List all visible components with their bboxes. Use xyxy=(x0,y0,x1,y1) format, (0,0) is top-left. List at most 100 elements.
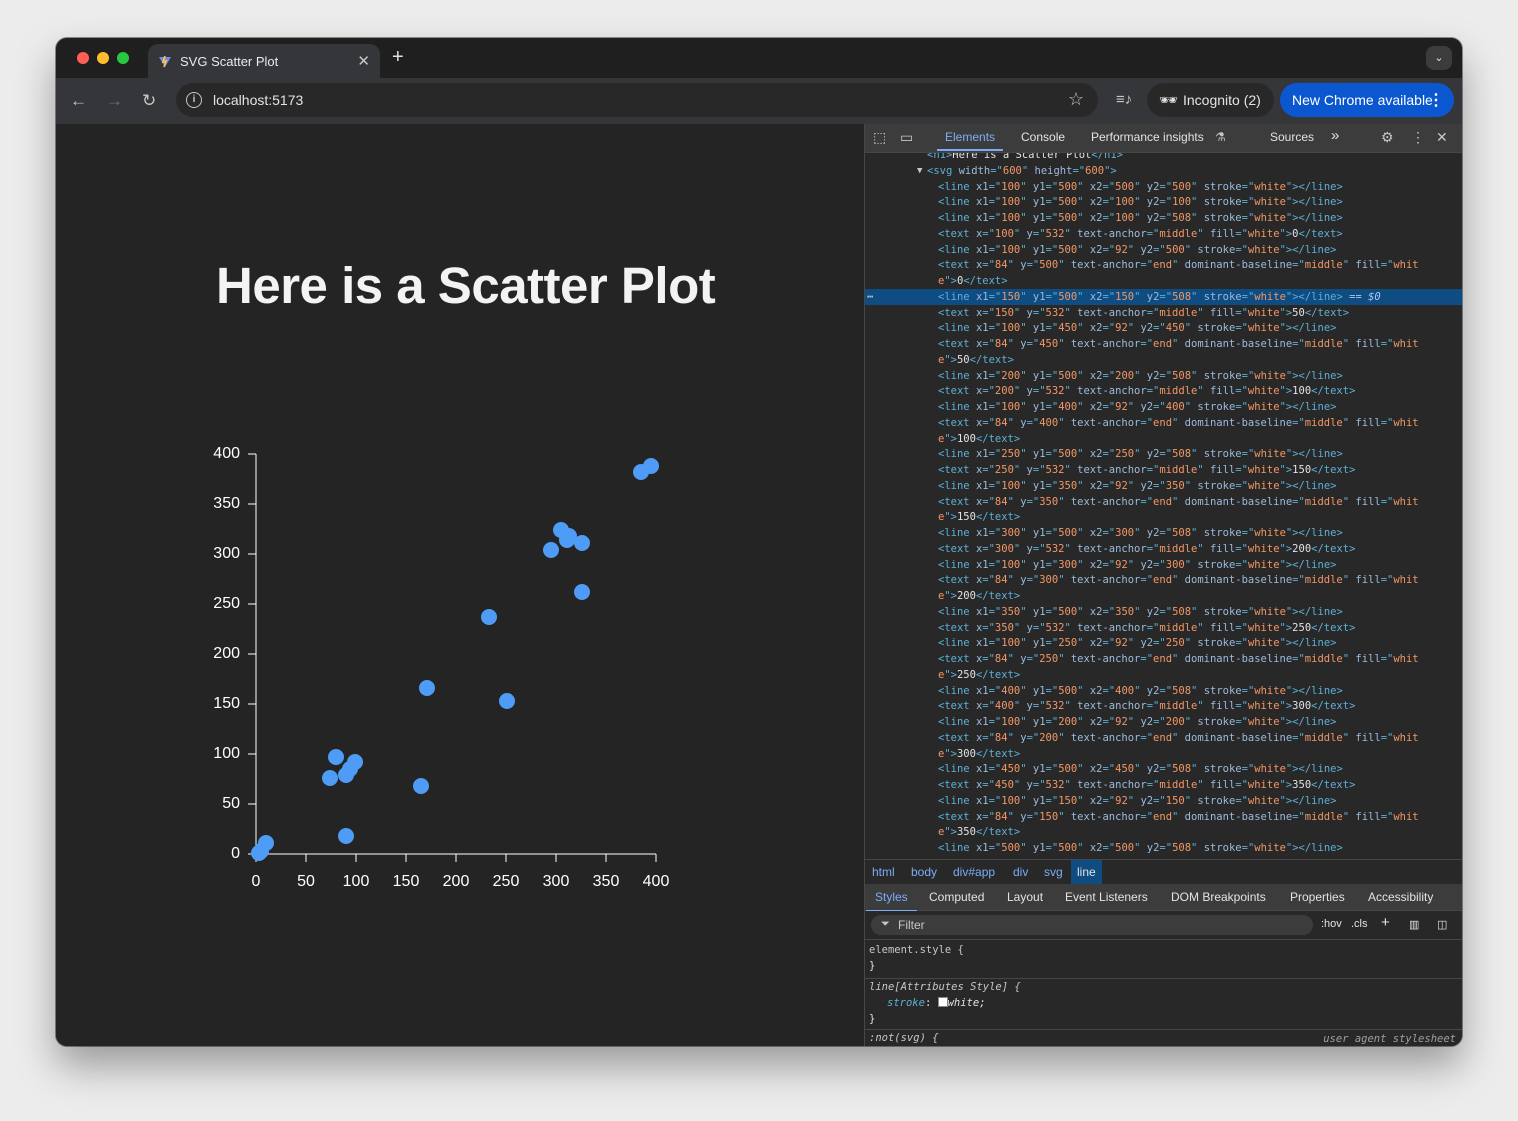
dom-node[interactable]: <line x1="100" y1="500" x2="100" y2="100… xyxy=(865,194,1462,210)
dom-node[interactable]: <text x="84" y="200" text-anchor="end" d… xyxy=(865,730,1462,746)
inspect-element-icon[interactable]: ⬚ xyxy=(873,129,886,146)
dom-node[interactable]: e">150</text> xyxy=(865,509,1462,525)
elements-dom-tree[interactable]: <h1>Here is a Scatter Plot</h1> ▼ <svg wid… xyxy=(865,153,1462,859)
media-control-icon[interactable]: ≡♪ xyxy=(1116,91,1132,108)
dom-node[interactable]: e">350</text> xyxy=(865,824,1462,840)
dom-node[interactable]: <line x1="100" y1="500" x2="92" y2="500"… xyxy=(865,242,1462,258)
address-bar[interactable]: i localhost:5173 ☆ xyxy=(176,83,1098,117)
dom-node[interactable]: <text x="84" y="400" text-anchor="end" d… xyxy=(865,415,1462,431)
data-point[interactable] xyxy=(413,778,429,794)
tab-console[interactable]: Console xyxy=(1021,130,1065,144)
dom-node[interactable]: <text x="150" y="532" text-anchor="middl… xyxy=(865,305,1462,321)
menu-icon[interactable]: ⋮ xyxy=(1428,90,1444,110)
expand-toggle-icon[interactable]: ▼ xyxy=(917,163,922,179)
dom-node[interactable]: <line x1="400" y1="500" x2="400" y2="508… xyxy=(865,683,1462,699)
minimize-window-button[interactable] xyxy=(97,52,109,64)
tab-dom-breakpoints[interactable]: DOM Breakpoints xyxy=(1171,890,1266,904)
data-point[interactable] xyxy=(543,542,559,558)
dom-node[interactable]: <line x1="100" y1="250" x2="92" y2="250"… xyxy=(865,635,1462,651)
dom-node[interactable]: <line x1="100" y1="500" x2="100" y2="508… xyxy=(865,210,1462,226)
breadcrumb-svg[interactable]: svg xyxy=(1044,865,1063,879)
dom-node[interactable]: <text x="84" y="500" text-anchor="end" d… xyxy=(865,257,1462,273)
dom-node[interactable]: <line x1="250" y1="500" x2="250" y2="508… xyxy=(865,446,1462,462)
tab-event-listeners[interactable]: Event Listeners xyxy=(1065,890,1148,904)
dom-node[interactable]: e">50</text> xyxy=(865,352,1462,368)
dom-node[interactable]: e">0</text> xyxy=(865,273,1462,289)
breadcrumb-html[interactable]: html xyxy=(872,865,895,879)
dom-node[interactable]: <line x1="100" y1="200" x2="92" y2="200"… xyxy=(865,714,1462,730)
data-point[interactable] xyxy=(643,458,659,474)
filter-input[interactable]: ⏷ Filter xyxy=(871,915,1313,935)
dom-node[interactable]: e">250</text> xyxy=(865,667,1462,683)
data-point[interactable] xyxy=(499,693,515,709)
data-point[interactable] xyxy=(481,609,497,625)
dom-node[interactable]: e">300</text> xyxy=(865,746,1462,762)
data-point[interactable] xyxy=(347,754,363,770)
data-point[interactable] xyxy=(574,535,590,551)
dom-node[interactable]: <text x="400" y="532" text-anchor="middl… xyxy=(865,698,1462,714)
color-swatch[interactable] xyxy=(937,997,948,1007)
style-property[interactable]: stroke: white; xyxy=(887,997,986,1009)
dom-node[interactable]: <text x="84" y="450" text-anchor="end" d… xyxy=(865,336,1462,352)
dom-node[interactable]: <text x="84" y="350" text-anchor="end" d… xyxy=(865,494,1462,510)
incognito-indicator[interactable]: 🕶 Incognito (2) xyxy=(1147,83,1274,117)
browser-tab[interactable]: SVG Scatter Plot ✕ xyxy=(148,44,380,78)
data-point[interactable] xyxy=(574,584,590,600)
site-info-icon[interactable]: i xyxy=(186,92,202,108)
tab-properties[interactable]: Properties xyxy=(1290,890,1345,904)
dom-node[interactable]: <text x="84" y="300" text-anchor="end" d… xyxy=(865,572,1462,588)
dom-node[interactable]: <h1>Here is a Scatter Plot</h1> xyxy=(865,153,1462,163)
new-rule-button[interactable]: + xyxy=(1381,914,1390,931)
dom-node[interactable]: <line x1="450" y1="500" x2="450" y2="508… xyxy=(865,761,1462,777)
data-point[interactable] xyxy=(322,770,338,786)
zoom-window-button[interactable] xyxy=(117,52,129,64)
dom-node[interactable]: e">100</text> xyxy=(865,431,1462,447)
dom-node[interactable]: <text x="84" y="150" text-anchor="end" d… xyxy=(865,809,1462,825)
close-window-button[interactable] xyxy=(77,52,89,64)
node-actions-icon[interactable]: ⋯ xyxy=(867,289,873,305)
tab-layout[interactable]: Layout xyxy=(1007,890,1043,904)
update-chrome-button[interactable]: New Chrome available ⋮ xyxy=(1280,83,1454,117)
dom-node[interactable]: <line x1="100" y1="300" x2="92" y2="300"… xyxy=(865,557,1462,573)
tab-styles[interactable]: Styles xyxy=(866,890,917,912)
dom-node[interactable]: <line x1="100" y1="150" x2="92" y2="150"… xyxy=(865,793,1462,809)
toggle-sidebar-icon[interactable]: ◫ xyxy=(1437,918,1447,931)
dom-node[interactable]: <line x1="500" y1="500" x2="500" y2="508… xyxy=(865,840,1462,856)
device-toolbar-icon[interactable]: ▭ xyxy=(900,129,913,146)
dom-node[interactable]: <text x="300" y="532" text-anchor="middl… xyxy=(865,541,1462,557)
dom-node[interactable]: <line x1="300" y1="500" x2="300" y2="508… xyxy=(865,525,1462,541)
data-point[interactable] xyxy=(258,835,274,851)
close-devtools-icon[interactable]: ✕ xyxy=(1436,129,1448,146)
class-toggle[interactable]: .cls xyxy=(1351,918,1368,930)
dom-node[interactable]: <line x1="350" y1="500" x2="350" y2="508… xyxy=(865,604,1462,620)
dom-node[interactable]: <line x1="100" y1="400" x2="92" y2="400"… xyxy=(865,399,1462,415)
dom-node[interactable]: <text x="450" y="532" text-anchor="middl… xyxy=(865,777,1462,793)
hover-state-toggle[interactable]: :hov xyxy=(1321,918,1342,930)
bookmark-star-icon[interactable]: ☆ xyxy=(1068,89,1084,110)
dom-node[interactable]: ▼ <svg width="600" height="600"> xyxy=(865,163,1462,179)
url-text[interactable]: localhost:5173 xyxy=(213,92,303,108)
data-point[interactable] xyxy=(338,828,354,844)
reload-icon[interactable]: ↻ xyxy=(142,91,156,111)
paint-brush-icon[interactable]: ▥ xyxy=(1409,918,1419,931)
tab-sources[interactable]: Sources xyxy=(1270,130,1314,144)
dom-node[interactable]: <text x="250" y="532" text-anchor="middl… xyxy=(865,462,1462,478)
tab-performance-insights[interactable]: Performance insights xyxy=(1091,130,1204,144)
dom-node[interactable]: <line x1="100" y1="350" x2="92" y2="350"… xyxy=(865,478,1462,494)
forward-icon[interactable]: → xyxy=(106,91,123,111)
more-tabs-icon[interactable]: » xyxy=(1331,127,1339,144)
dom-node[interactable]: <line x1="100" y1="450" x2="92" y2="450"… xyxy=(865,320,1462,336)
dom-node[interactable]: <line x1="100" y1="500" x2="500" y2="500… xyxy=(865,179,1462,195)
settings-gear-icon[interactable]: ⚙ xyxy=(1381,129,1394,146)
dom-node[interactable]: <text x="100" y="532" text-anchor="middl… xyxy=(865,226,1462,242)
breadcrumb-line[interactable]: line xyxy=(1071,860,1102,884)
dom-node[interactable]: <text x="200" y="532" text-anchor="middl… xyxy=(865,383,1462,399)
tab-elements[interactable]: Elements xyxy=(936,130,1004,151)
dom-node[interactable]: <text x="84" y="250" text-anchor="end" d… xyxy=(865,651,1462,667)
tab-search-icon[interactable]: ⌄ xyxy=(1426,46,1452,70)
tab-accessibility[interactable]: Accessibility xyxy=(1368,890,1433,904)
breadcrumb-body[interactable]: body xyxy=(911,865,937,879)
close-tab-icon[interactable]: ✕ xyxy=(357,52,370,70)
tab-computed[interactable]: Computed xyxy=(929,890,984,904)
dom-node[interactable]: e">200</text> xyxy=(865,588,1462,604)
